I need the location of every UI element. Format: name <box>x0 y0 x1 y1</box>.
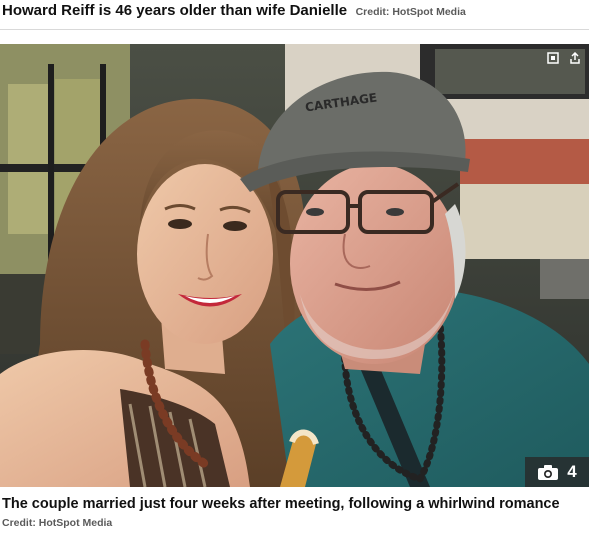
gallery-count: 4 <box>567 462 577 481</box>
expand-icon[interactable] <box>545 50 561 66</box>
image-caption: The couple married just four weeks after… <box>2 496 587 529</box>
photo-tools <box>545 50 583 66</box>
divider <box>0 29 589 30</box>
image-credit-top: Credit: HotSpot Media <box>355 6 466 18</box>
gallery-count-button[interactable]: 4 <box>525 457 589 487</box>
image-header: Howard Reiff is 46 years older than wife… <box>2 2 587 20</box>
photo-illustration: CARTHAGE <box>0 44 589 487</box>
camera-icon <box>537 464 559 481</box>
article-photo[interactable]: CARTHAGE 4 <box>0 44 589 487</box>
image-credit-bottom: Credit: HotSpot Media <box>2 517 113 529</box>
caption-text: The couple married just four weeks after… <box>2 496 560 512</box>
share-icon[interactable] <box>567 50 583 66</box>
image-title: Howard Reiff is 46 years older than wife… <box>2 2 348 19</box>
